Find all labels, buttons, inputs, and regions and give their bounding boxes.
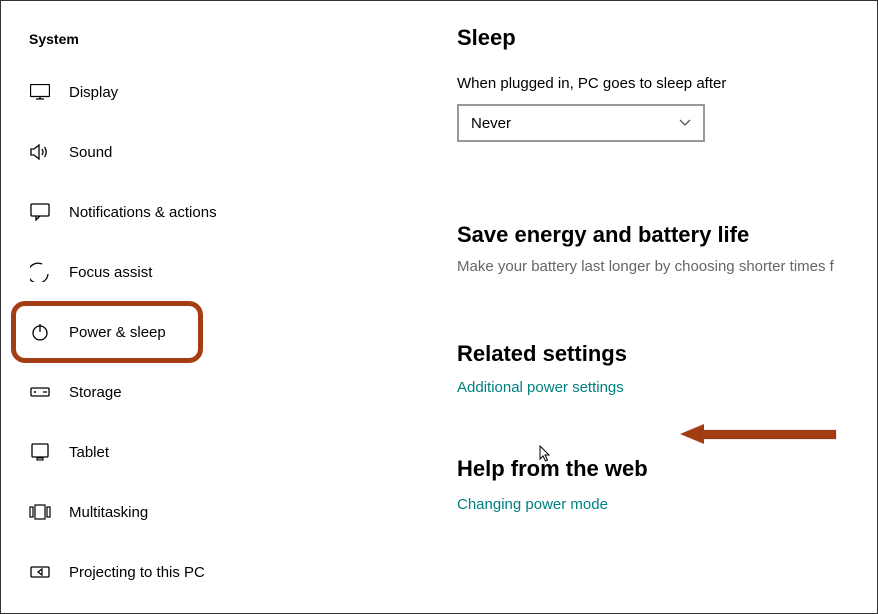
energy-heading: Save energy and battery life <box>457 222 877 248</box>
sidebar-item-label: Notifications & actions <box>69 204 217 221</box>
sidebar-item-label: Sound <box>69 144 112 161</box>
notifications-icon <box>29 201 51 223</box>
multitasking-icon <box>29 501 51 523</box>
sound-icon <box>29 141 51 163</box>
display-icon <box>29 81 51 103</box>
sleep-field-label: When plugged in, PC goes to sleep after <box>457 75 877 92</box>
projecting-icon <box>29 561 51 583</box>
sidebar-item-label: Display <box>69 84 118 101</box>
sidebar-item-label: Tablet <box>69 444 109 461</box>
focus-assist-icon <box>29 261 51 283</box>
sidebar-item-projecting[interactable]: Projecting to this PC <box>1 547 421 597</box>
sidebar-item-label: Power & sleep <box>69 324 166 341</box>
power-icon <box>29 321 51 343</box>
help-heading: Help from the web <box>457 456 877 482</box>
sidebar-item-label: Multitasking <box>69 504 148 521</box>
sidebar-item-display[interactable]: Display <box>1 67 421 117</box>
sleep-dropdown-value: Never <box>471 115 511 132</box>
sidebar-item-label: Focus assist <box>69 264 152 281</box>
storage-icon <box>29 381 51 403</box>
sidebar-item-focus-assist[interactable]: Focus assist <box>1 247 421 297</box>
sidebar-item-sound[interactable]: Sound <box>1 127 421 177</box>
additional-power-settings-link[interactable]: Additional power settings <box>457 379 877 396</box>
changing-power-mode-link[interactable]: Changing power mode <box>457 496 877 513</box>
sidebar-item-multitasking[interactable]: Multitasking <box>1 487 421 537</box>
sleep-dropdown[interactable]: Never <box>457 104 705 142</box>
related-settings-heading: Related settings <box>457 341 877 367</box>
sidebar-title: System <box>1 21 421 67</box>
sidebar: System Display Sound Notifications & act… <box>1 1 421 613</box>
main-panel: Sleep When plugged in, PC goes to sleep … <box>421 1 877 613</box>
sidebar-item-tablet[interactable]: Tablet <box>1 427 421 477</box>
chevron-down-icon <box>679 119 691 127</box>
sidebar-item-power-sleep[interactable]: Power & sleep <box>1 307 421 357</box>
sidebar-item-storage[interactable]: Storage <box>1 367 421 417</box>
sidebar-item-notifications[interactable]: Notifications & actions <box>1 187 421 237</box>
sidebar-item-label: Projecting to this PC <box>69 564 205 581</box>
sidebar-item-label: Storage <box>69 384 122 401</box>
sidebar-nav: Display Sound Notifications & actions Fo… <box>1 67 421 607</box>
energy-description: Make your battery last longer by choosin… <box>457 258 877 275</box>
sleep-heading: Sleep <box>457 25 877 51</box>
settings-window: System Display Sound Notifications & act… <box>0 0 878 614</box>
tablet-icon <box>29 441 51 463</box>
